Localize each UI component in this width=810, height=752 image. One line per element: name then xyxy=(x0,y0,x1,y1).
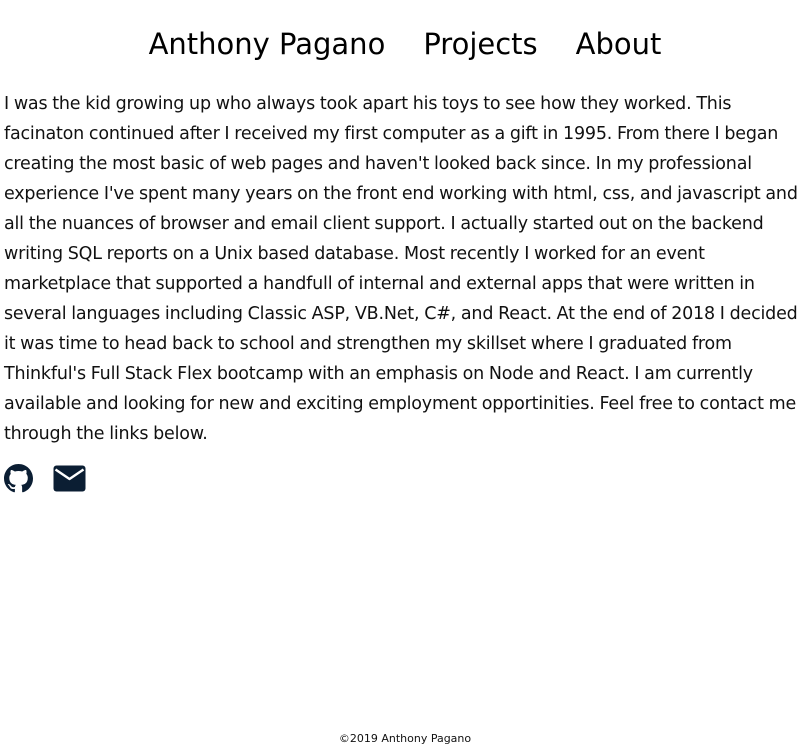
github-link[interactable] xyxy=(4,464,33,497)
nav-projects-link[interactable]: Projects xyxy=(423,24,537,64)
nav-home-link[interactable]: Anthony Pagano xyxy=(149,24,386,64)
about-paragraph: I was the kid growing up who always took… xyxy=(4,94,798,444)
copyright-text: ©2019 Anthony Pagano xyxy=(338,732,472,745)
page-footer: ©2019 Anthony Pagano xyxy=(0,732,810,746)
about-page: Anthony Pagano Projects About I was the … xyxy=(0,0,810,752)
envelope-icon xyxy=(53,465,86,492)
email-link[interactable] xyxy=(53,465,86,496)
github-icon xyxy=(4,464,33,493)
nav-about-link[interactable]: About xyxy=(576,24,662,64)
contact-links xyxy=(4,464,86,497)
top-nav: Anthony Pagano Projects About xyxy=(0,24,810,64)
